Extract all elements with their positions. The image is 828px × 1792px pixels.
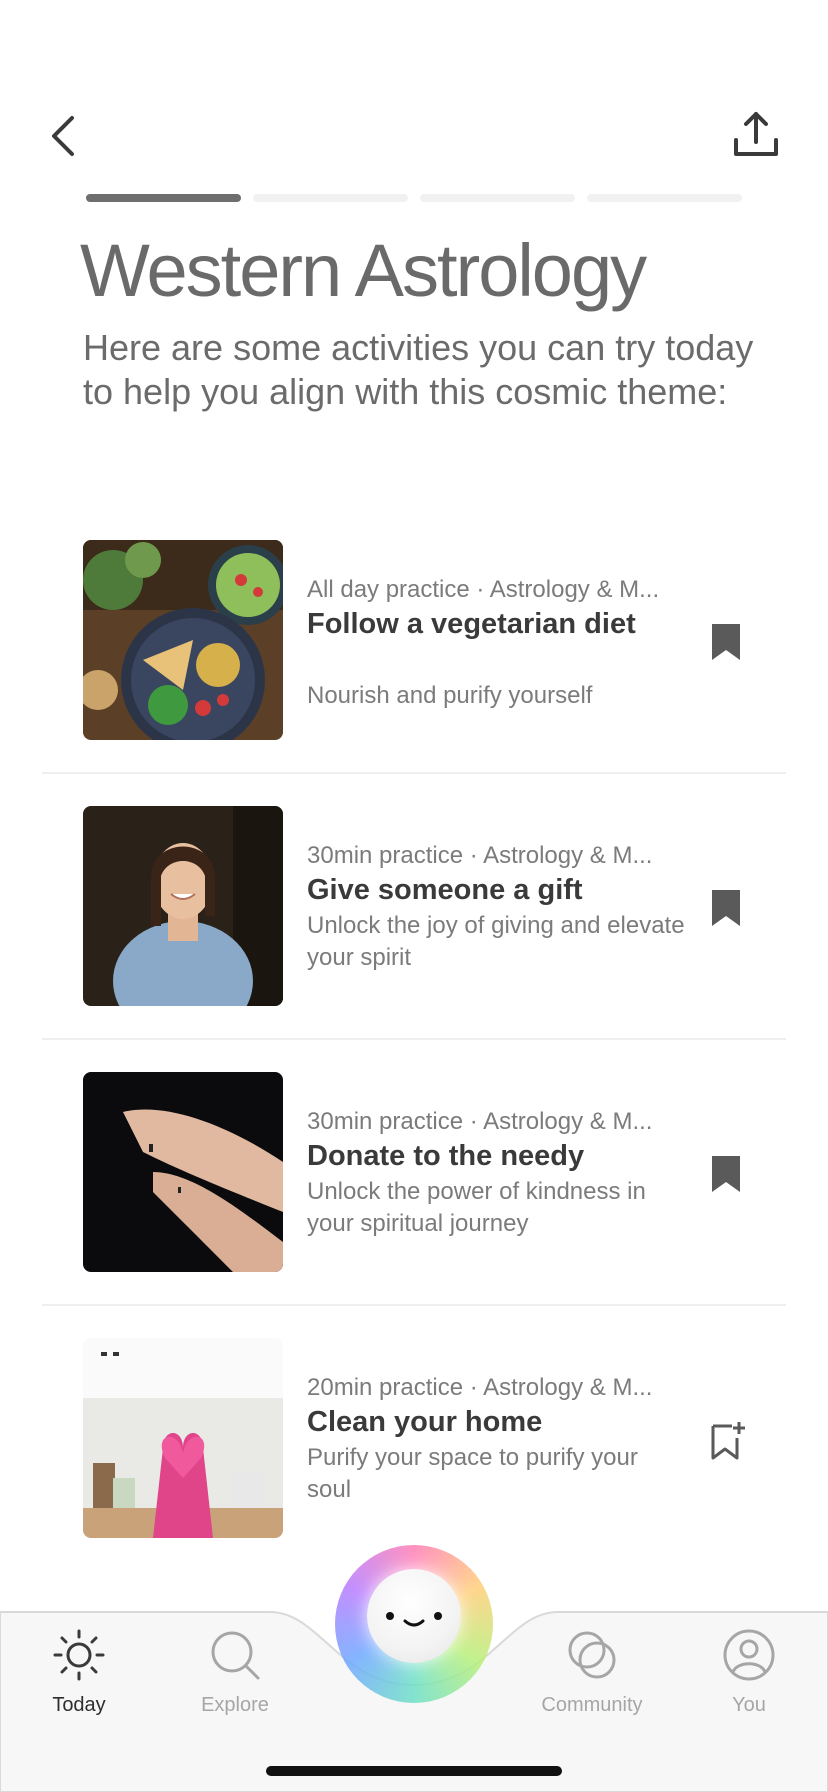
share-upload-icon [734,112,778,156]
progress-segment [420,194,575,202]
activity-list: All day practice · Astrology & M... Foll… [0,540,828,1604]
activity-meta: 30min practice · Astrology & M... [307,1108,653,1135]
tab-label: Explore [201,1694,269,1716]
activity-name: Clean your home [307,1406,543,1438]
tab-community[interactable]: Community [527,1628,657,1717]
chevron-left-icon [52,116,74,156]
progress-segment [587,194,742,202]
activity-thumbnail [83,540,283,740]
top-bar [0,0,828,200]
smiley-orb-icon [367,1569,461,1663]
bookmark-button[interactable] [710,1154,742,1194]
page-title: Western Astrology [80,229,647,312]
tab-label: Community [541,1694,643,1716]
activity-name: Give someone a gift [307,874,583,906]
story-progress [86,194,742,202]
activity-thumbnail [83,806,283,1006]
activity-meta: All day practice · Astrology & M... [307,576,660,603]
search-icon [211,1631,260,1680]
progress-segment [253,194,408,202]
bookmark-button[interactable] [710,622,742,662]
activity-meta: 30min practice · Astrology & M... [307,842,653,869]
progress-segment [86,194,241,202]
page-intro: Here are some activities you can try tod… [83,327,754,412]
bookmark-add-button[interactable] [710,1420,745,1460]
profile-icon [723,1629,775,1681]
bookmark-filled-icon [712,1156,740,1192]
divider [42,772,786,774]
bookmark-add-icon [711,1422,745,1460]
home-indicator [266,1766,562,1776]
activity-meta: 20min practice · Astrology & M... [307,1374,653,1401]
share-button[interactable] [732,110,780,160]
divider [42,1304,786,1306]
tab-label: You [732,1694,766,1716]
divider [42,1038,786,1040]
tab-label: Today [52,1694,106,1716]
activity-card-vegetarian[interactable]: All day practice · Astrology & M... Foll… [0,540,828,806]
tab-you[interactable]: You [684,1628,814,1717]
activity-card-gift[interactable]: 30min practice · Astrology & M... Give s… [0,806,828,1072]
activity-description: Unlock the power of kindness in your spi… [307,1178,646,1237]
activity-card-donate[interactable]: 30min practice · Astrology & M... Donate… [0,1072,828,1338]
activity-thumbnail [83,1072,283,1272]
tab-today[interactable]: Today [14,1628,144,1717]
bookmark-filled-icon [712,890,740,926]
activity-description: Unlock the joy of giving and elevate you… [307,912,685,971]
back-button[interactable] [44,112,84,160]
bookmark-button[interactable] [710,888,742,928]
tab-explore[interactable]: Explore [170,1628,300,1717]
activity-name: Follow a vegetarian diet [307,608,636,640]
bookmark-filled-icon [712,624,740,660]
sun-icon [53,1629,105,1681]
activity-description: Nourish and purify yourself [307,682,593,709]
activity-description: Purify your space to purify your soul [307,1444,638,1503]
activity-name: Donate to the needy [307,1140,585,1172]
activity-thumbnail [83,1338,283,1538]
community-icon [568,1631,616,1679]
